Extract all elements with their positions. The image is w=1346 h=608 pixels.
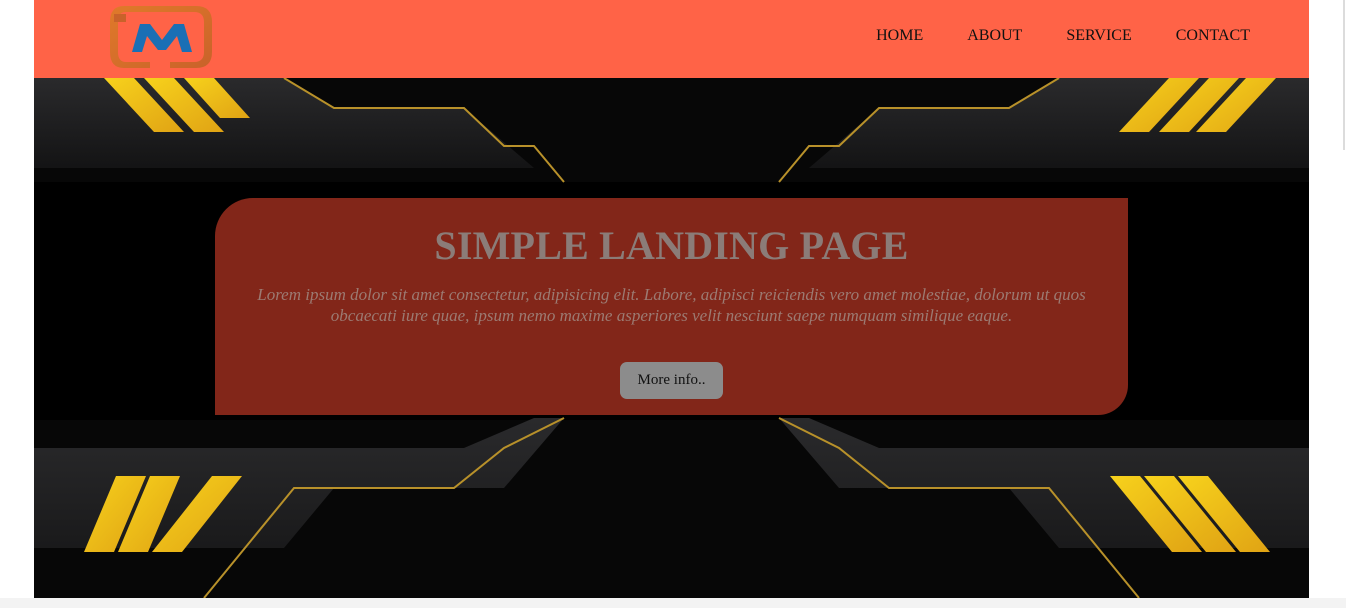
hero-card: SIMPLE LANDING PAGE Lorem ipsum dolor si… bbox=[215, 198, 1128, 415]
hero-section: SIMPLE LANDING PAGE Lorem ipsum dolor si… bbox=[34, 78, 1309, 598]
main-nav: HOME ABOUT SERVICE CONTACT bbox=[832, 27, 1250, 45]
nav-service[interactable]: SERVICE bbox=[1066, 27, 1131, 45]
nav-contact[interactable]: CONTACT bbox=[1176, 27, 1250, 45]
logo-icon bbox=[110, 6, 212, 68]
more-info-button[interactable]: More info.. bbox=[620, 362, 723, 399]
nav-about[interactable]: ABOUT bbox=[967, 27, 1022, 45]
logo[interactable] bbox=[110, 4, 214, 70]
bottom-edge bbox=[0, 598, 1346, 608]
scrollbar-track[interactable] bbox=[1309, 0, 1346, 608]
site-header: HOME ABOUT SERVICE CONTACT bbox=[34, 0, 1309, 78]
scrollbar-thumb[interactable] bbox=[1343, 0, 1345, 150]
page: HOME ABOUT SERVICE CONTACT SIMPLE LANDIN… bbox=[34, 0, 1309, 598]
hero-description: Lorem ipsum dolor sit amet consectetur, … bbox=[257, 285, 1086, 325]
hero-title: SIMPLE LANDING PAGE bbox=[434, 223, 909, 268]
nav-home[interactable]: HOME bbox=[876, 27, 923, 45]
